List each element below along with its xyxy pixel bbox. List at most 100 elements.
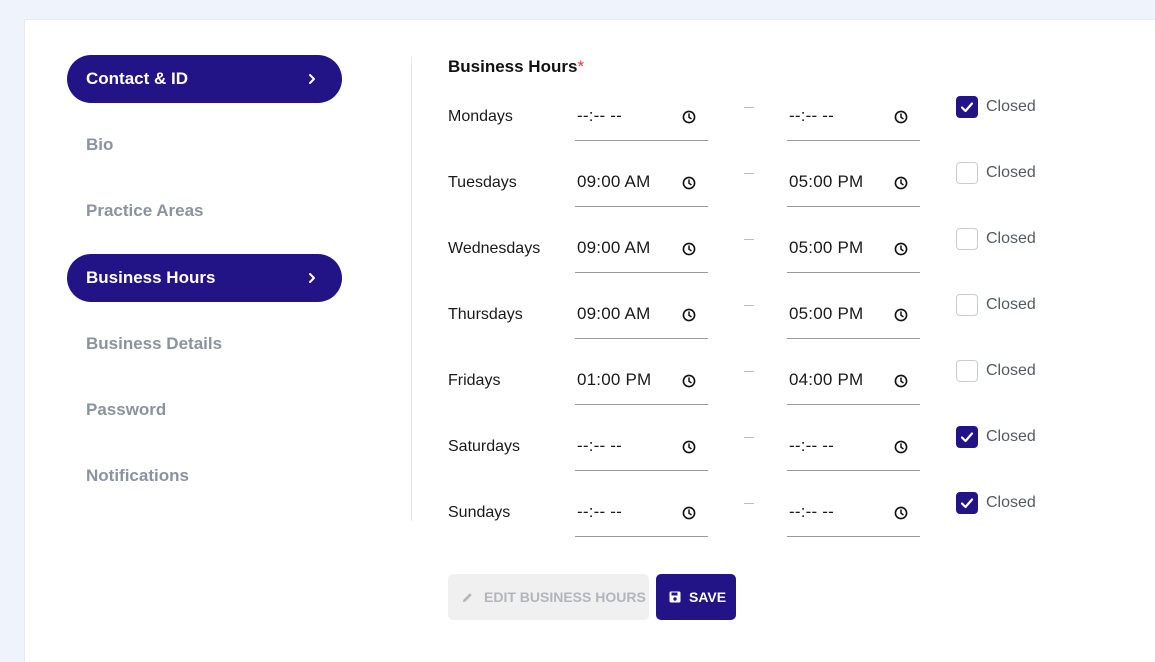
closed-label: Closed [986, 98, 1036, 115]
sidebar-item-label: Notifications [86, 466, 189, 485]
sidebar-item-label: Bio [86, 135, 114, 154]
clock-icon [682, 440, 696, 454]
sidebar-item-contact-id[interactable]: Contact & ID [67, 55, 342, 103]
close-time-input[interactable]: --:-- -- [787, 95, 920, 141]
close-time-input[interactable]: 05:00 PM [787, 293, 920, 339]
save-button[interactable]: SAVE [656, 574, 736, 620]
closed-checkbox[interactable] [956, 228, 978, 250]
open-time-input[interactable]: 01:00 PM [575, 359, 708, 405]
clock-icon [682, 176, 696, 190]
settings-card: Contact & ID Bio Practice Areas Business… [24, 19, 1155, 662]
required-asterisk: * [577, 57, 585, 76]
close-time-value: --:-- -- [789, 436, 835, 455]
sidebar-item-label: Business Details [86, 334, 223, 353]
day-label: Saturdays [448, 438, 521, 455]
floppy-disk-icon [669, 591, 681, 603]
closed-checkbox[interactable] [956, 492, 978, 514]
close-time-value: 04:00 PM [789, 370, 864, 389]
open-time-input[interactable]: --:-- -- [575, 491, 708, 537]
open-time-input[interactable]: 09:00 AM [575, 161, 708, 207]
close-time-input[interactable]: 05:00 PM [787, 227, 920, 273]
day-label: Mondays [448, 108, 513, 125]
save-button-label: SAVE [689, 589, 727, 605]
closed-checkbox[interactable] [956, 426, 978, 448]
sidebar-item-label: Contact & ID [86, 69, 188, 88]
open-time-value: 09:00 AM [577, 304, 651, 323]
closed-checkbox[interactable] [956, 294, 978, 316]
close-time-value: --:-- -- [789, 106, 835, 125]
sidebar-item-label: Practice Areas [86, 201, 204, 220]
chevron-right-icon [309, 273, 315, 283]
time-range-separator [744, 239, 754, 240]
open-time-value: --:-- -- [577, 106, 623, 125]
sidebar-item-business-hours[interactable]: Business Hours [67, 254, 342, 302]
vertical-divider [411, 57, 412, 521]
clock-icon [682, 374, 696, 388]
time-range-separator [744, 173, 754, 174]
sidebar-item-bio[interactable]: Bio [67, 121, 342, 169]
sidebar-item-label: Business Hours [86, 268, 216, 287]
clock-icon [894, 110, 908, 124]
checkmark-icon [960, 498, 974, 509]
clock-icon [894, 506, 908, 520]
open-time-value: 09:00 AM [577, 238, 651, 257]
close-time-input[interactable]: 05:00 PM [787, 161, 920, 207]
time-range-separator [744, 371, 754, 372]
closed-checkbox[interactable] [956, 360, 978, 382]
sidebar-item-label: Password [86, 400, 167, 419]
open-time-value: 01:00 PM [577, 370, 652, 389]
clock-icon [894, 440, 908, 454]
clock-icon [682, 242, 696, 256]
closed-label: Closed [986, 494, 1036, 511]
close-time-value: 05:00 PM [789, 238, 864, 257]
clock-icon [894, 374, 908, 388]
clock-icon [894, 308, 908, 322]
open-time-value: 09:00 AM [577, 172, 651, 191]
edit-business-hours-button[interactable]: EDIT BUSINESS HOURS [448, 574, 649, 620]
sidebar-item-notifications[interactable]: Notifications [67, 452, 342, 500]
closed-checkbox[interactable] [956, 162, 978, 184]
closed-label: Closed [986, 230, 1036, 247]
day-label: Thursdays [448, 306, 523, 323]
close-time-input[interactable]: 04:00 PM [787, 359, 920, 405]
edit-button-label: EDIT BUSINESS HOURS [484, 589, 646, 605]
open-time-input[interactable]: --:-- -- [575, 95, 708, 141]
closed-checkbox[interactable] [956, 96, 978, 118]
open-time-input[interactable]: 09:00 AM [575, 227, 708, 273]
close-time-input[interactable]: --:-- -- [787, 491, 920, 537]
time-range-separator [744, 305, 754, 306]
day-label: Wednesdays [448, 240, 541, 257]
open-time-value: --:-- -- [577, 436, 623, 455]
clock-icon [682, 506, 696, 520]
clock-icon [682, 110, 696, 124]
close-time-input[interactable]: --:-- -- [787, 425, 920, 471]
time-range-separator [744, 437, 754, 438]
time-range-separator [744, 107, 754, 108]
clock-icon [894, 242, 908, 256]
clock-icon [894, 176, 908, 190]
checkmark-icon [960, 102, 974, 113]
open-time-input[interactable]: 09:00 AM [575, 293, 708, 339]
day-label: Tuesdays [448, 174, 517, 191]
open-time-input[interactable]: --:-- -- [575, 425, 708, 471]
close-time-value: --:-- -- [789, 502, 835, 521]
page-title: Business Hours* [448, 57, 584, 77]
close-time-value: 05:00 PM [789, 172, 864, 191]
time-range-separator [744, 503, 754, 504]
sidebar-item-practice-areas[interactable]: Practice Areas [67, 187, 342, 235]
title-text: Business Hours [448, 57, 578, 76]
open-time-value: --:-- -- [577, 502, 623, 521]
day-label: Sundays [448, 504, 511, 521]
clock-icon [682, 308, 696, 322]
checkmark-icon [960, 432, 974, 443]
closed-label: Closed [986, 428, 1036, 445]
chevron-right-icon [309, 74, 315, 84]
sidebar-item-business-details[interactable]: Business Details [67, 320, 342, 368]
closed-label: Closed [986, 362, 1036, 379]
pencil-icon [462, 592, 472, 602]
sidebar-item-password[interactable]: Password [67, 386, 342, 434]
closed-label: Closed [986, 164, 1036, 181]
closed-label: Closed [986, 296, 1036, 313]
close-time-value: 05:00 PM [789, 304, 864, 323]
day-label: Fridays [448, 372, 501, 389]
